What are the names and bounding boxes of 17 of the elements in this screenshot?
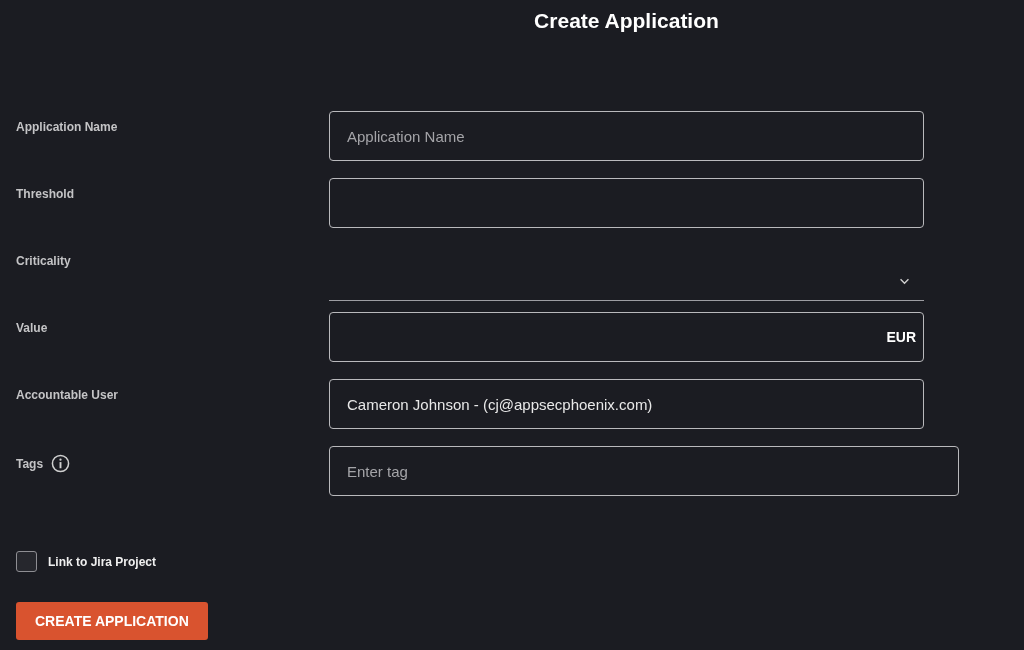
field-label: Application Name (16, 119, 118, 135)
page-title: Create Application (533, 8, 720, 34)
checkbox[interactable] (16, 551, 37, 572)
info-icon[interactable] (51, 454, 71, 473)
input-field[interactable]: EUR (329, 312, 924, 362)
checkbox-label[interactable]: Link to Jira Project (48, 554, 157, 569)
input-field[interactable]: Application Name (329, 111, 924, 161)
field-label: Criticality (16, 253, 71, 269)
chevron-icon (899, 278, 910, 285)
create-application-button[interactable]: CREATE APPLICATION (16, 602, 208, 640)
tag-input-field[interactable]: Enter tag (329, 446, 959, 496)
field-label: Value (16, 320, 48, 336)
input-field[interactable]: Cameron Johnson - (cj@appsecphoenix.com) (329, 379, 924, 429)
input-field[interactable] (329, 178, 924, 228)
field-label: Threshold (16, 186, 74, 202)
field-label: Accountable User (16, 387, 119, 403)
field-label: Tags (16, 455, 44, 472)
